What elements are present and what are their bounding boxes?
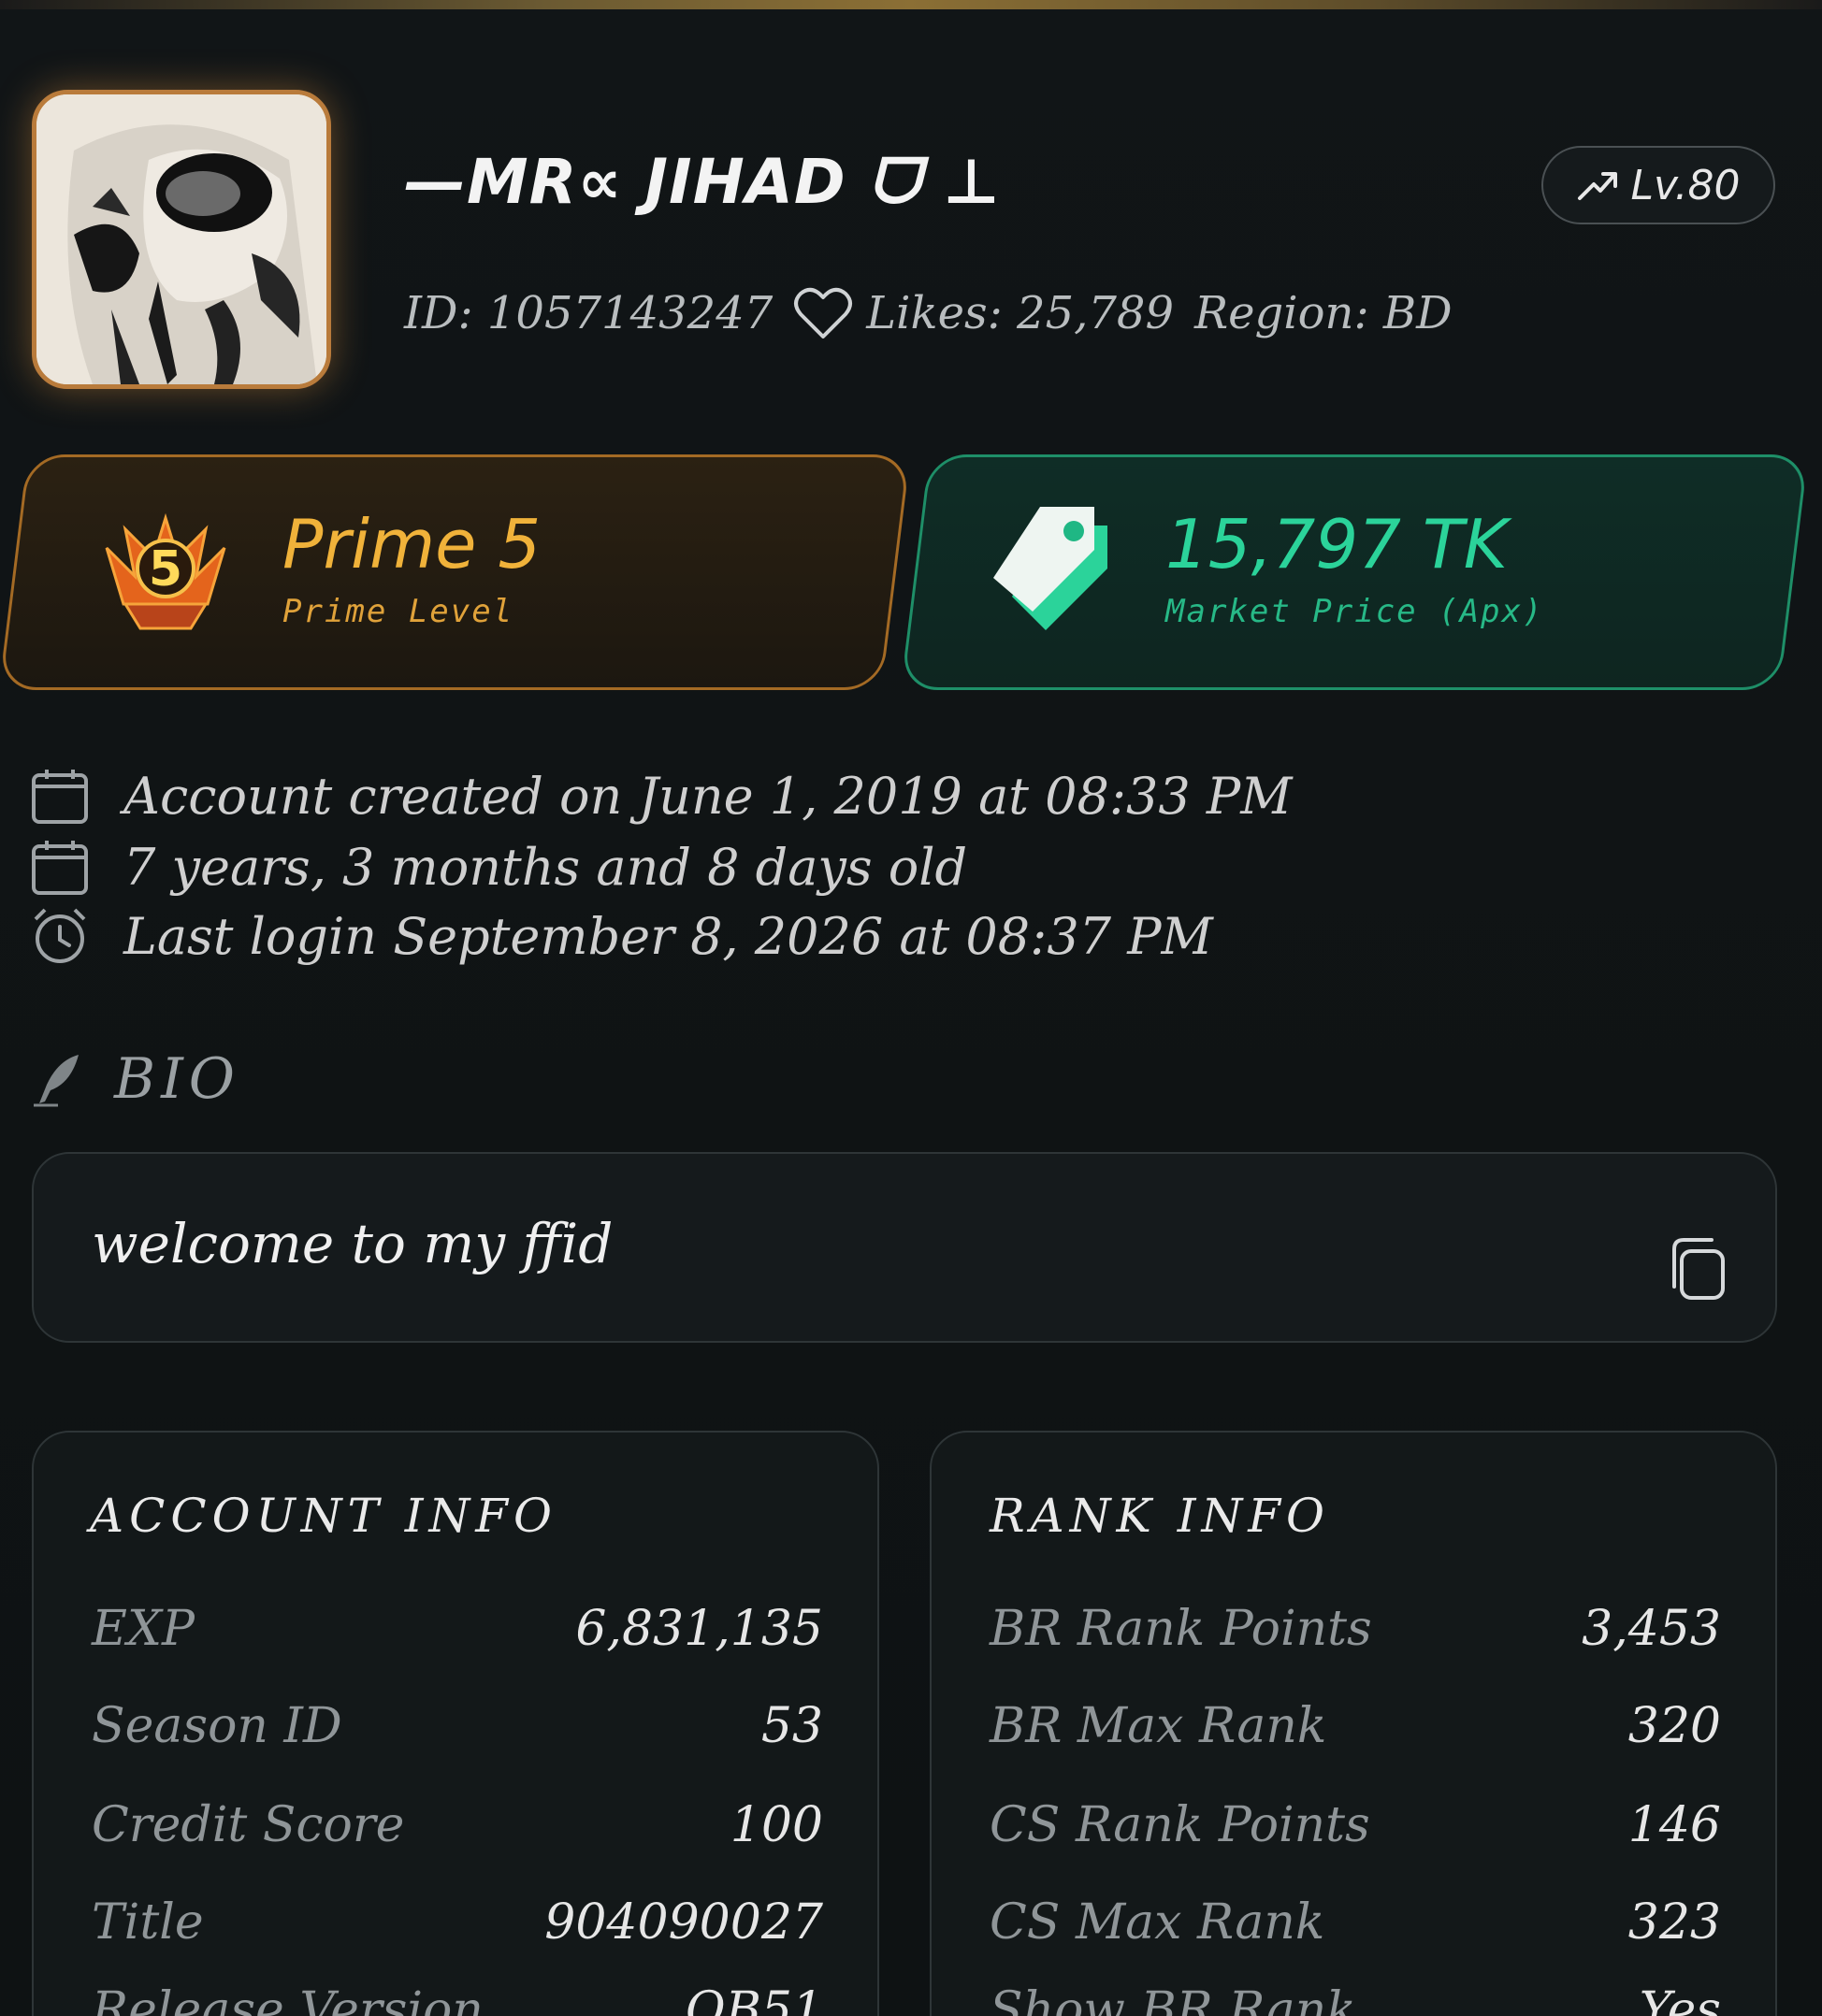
rank-info-row: Show BR Rank Yes — [990, 1973, 1721, 2016]
account-created-row: Account created on June 1, 2019 at 08:33… — [30, 763, 1293, 828]
row-value: 323 — [1627, 1894, 1721, 1951]
row-label: Release Version — [92, 1982, 484, 2016]
row-value: 53 — [760, 1698, 823, 1754]
level-text: Lv.80 — [1630, 161, 1741, 209]
calendar-icon — [30, 766, 90, 826]
copy-icon[interactable] — [1667, 1236, 1727, 1302]
row-label: EXP — [92, 1601, 195, 1657]
prime-subtitle: Prime Level — [282, 593, 514, 630]
quill-icon — [34, 1055, 79, 1107]
market-price-value: 15,797 TK — [1165, 505, 1509, 583]
row-label: BR Rank Points — [990, 1601, 1372, 1657]
account-info-row: EXP 6,831,135 — [92, 1591, 823, 1666]
calendar-icon — [30, 837, 90, 897]
row-value: 6,831,135 — [575, 1601, 823, 1657]
skull-avatar-image — [36, 94, 326, 384]
profile-card: —MR∝ JIHAD ᗜ ⊥ Lv.80 ID: 1057143247 Like… — [0, 0, 1822, 2016]
account-info-row: Title 904090027 — [92, 1885, 823, 1960]
row-label: CS Max Rank — [990, 1894, 1325, 1951]
rank-info-row: CS Max Rank 323 — [990, 1885, 1721, 1960]
row-value: 146 — [1627, 1797, 1721, 1853]
prime-title: Prime 5 — [282, 505, 542, 583]
market-price-subtitle: Market Price (Apx) — [1165, 593, 1544, 630]
bio-heading-text: BIO — [114, 1046, 240, 1112]
level-badge: Lv.80 — [1541, 146, 1775, 224]
account-info-row: Season ID 53 — [92, 1689, 823, 1764]
row-label: Credit Score — [92, 1797, 405, 1853]
heart-icon — [794, 287, 853, 338]
row-label: Show BR Rank — [990, 1982, 1356, 2016]
rank-info-title: RANK INFO — [990, 1489, 1330, 1543]
player-nickname: —MR∝ JIHAD ᗜ ⊥ — [404, 145, 1001, 218]
alarm-clock-icon — [30, 906, 90, 966]
rank-info-row: BR Max Rank 320 — [990, 1689, 1721, 1764]
last-login-text: Last login September 8, 2026 at 08:37 PM — [123, 906, 1213, 966]
prime-crown-icon: 5 — [105, 512, 226, 630]
last-login-row: Last login September 8, 2026 at 08:37 PM — [30, 903, 1213, 969]
account-info-row: Release Version OB51 — [92, 1973, 823, 2016]
row-value: OB51 — [685, 1982, 823, 2016]
bio-text: welcome to my ffid — [92, 1212, 614, 1275]
row-value: 320 — [1627, 1698, 1721, 1754]
profile-meta: ID: 1057143247 Likes: 25,789 Region: BD — [404, 279, 1453, 348]
player-id[interactable]: ID: 1057143247 — [404, 287, 773, 339]
price-tag-icon — [993, 507, 1107, 630]
account-age-row: 7 years, 3 months and 8 days old — [30, 834, 967, 900]
trend-up-icon — [1577, 172, 1617, 200]
likes-count: Likes: 25,789 — [866, 287, 1174, 339]
account-info-title: ACCOUNT INFO — [90, 1489, 557, 1543]
account-age-text: 7 years, 3 months and 8 days old — [123, 837, 968, 897]
rank-info-row: CS Rank Points 146 — [990, 1788, 1721, 1863]
likes-group[interactable]: Likes: 25,789 — [793, 286, 1174, 340]
region: Region: BD — [1194, 287, 1453, 339]
row-value: Yes — [1639, 1982, 1721, 2016]
row-label: Title — [92, 1894, 204, 1951]
prime-badge-number: 5 — [149, 541, 182, 598]
row-value: 3,453 — [1582, 1601, 1721, 1657]
account-info-row: Credit Score 100 — [92, 1788, 823, 1863]
row-label: CS Rank Points — [990, 1797, 1370, 1853]
top-accent-line — [0, 0, 1822, 9]
row-label: Season ID — [92, 1698, 342, 1754]
bio-heading: BIO — [30, 1044, 240, 1115]
avatar[interactable] — [32, 90, 331, 389]
row-value: 904090027 — [544, 1894, 823, 1951]
row-value: 100 — [730, 1797, 823, 1853]
account-created-text: Account created on June 1, 2019 at 08:33… — [123, 766, 1293, 826]
row-label: BR Max Rank — [990, 1698, 1327, 1754]
rank-info-row: BR Rank Points 3,453 — [990, 1591, 1721, 1666]
